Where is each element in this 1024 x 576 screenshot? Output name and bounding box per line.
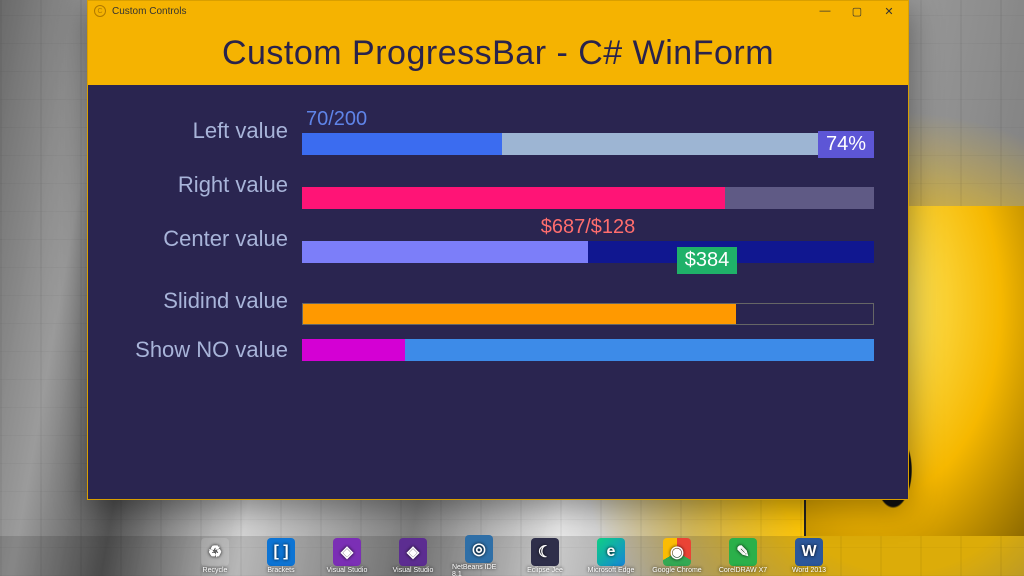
row-label: Left value (122, 118, 302, 144)
microsoft-edge-icon: e (597, 538, 625, 566)
taskbar: ♻Recycle[ ]Brackets◈Visual Studio◈Visual… (0, 536, 1024, 576)
progress-value-text: $687/$128 (541, 215, 636, 239)
recycle-icon: ♻ (201, 538, 229, 566)
close-button[interactable]: ✕ (876, 2, 902, 20)
taskbar-item-coreldraw-x7[interactable]: ✎CorelDRAW X7 (716, 538, 770, 574)
taskbar-item-google-chrome[interactable]: ◉Google Chrome (650, 538, 704, 574)
progress-track[interactable] (302, 303, 874, 325)
bar-area: $384 (302, 277, 874, 325)
taskbar-item-visual-studio[interactable]: ◈Visual Studio (386, 538, 440, 574)
progress-fill (302, 187, 725, 209)
progress-value-text: 70/200 (306, 107, 367, 131)
taskbar-item-label: Recycle (203, 567, 228, 574)
taskbar-item-label: Brackets (267, 567, 294, 574)
progress-row-none: Show NO value (122, 337, 874, 363)
row-label: Slidind value (122, 288, 302, 314)
progress-fill (302, 133, 502, 155)
taskbar-item-label: Eclipse Jee (527, 567, 563, 574)
bar-area: 70/200 (302, 107, 874, 155)
minimize-button[interactable]: ― (812, 2, 838, 20)
progress-row-left: Left value 70/200 (122, 107, 874, 155)
progress-track[interactable] (302, 339, 874, 361)
progress-track[interactable] (302, 241, 874, 263)
progress-row-slide: Slidind value $384 (122, 277, 874, 325)
progress-track[interactable] (302, 133, 874, 155)
bar-area (302, 339, 874, 361)
progress-row-right: Right value 74% (122, 161, 874, 209)
taskbar-item-label: NetBeans IDE 8.1 (452, 564, 506, 576)
taskbar-item-word-2013[interactable]: WWord 2013 (782, 538, 836, 574)
window-body: Left value 70/200 Right value 74% Center… (88, 85, 908, 363)
window-heading: Custom ProgressBar - C# WinForm (88, 21, 908, 85)
progress-fill (303, 304, 736, 324)
taskbar-item-label: Visual Studio (327, 567, 368, 574)
visual-studio-icon: ◈ (399, 538, 427, 566)
eclipse-jee-icon: ☾ (531, 538, 559, 566)
taskbar-item-recycle[interactable]: ♻Recycle (188, 538, 242, 574)
row-label: Show NO value (122, 337, 302, 363)
progress-badge: 74% (818, 131, 874, 158)
brackets-icon: [ ] (267, 538, 295, 566)
google-chrome-icon: ◉ (663, 538, 691, 566)
taskbar-item-netbeans-ide-8-1[interactable]: ◎NetBeans IDE 8.1 (452, 535, 506, 576)
app-window: C Custom Controls ― ▢ ✕ Custom ProgressB… (87, 0, 909, 500)
word-2013-icon: W (795, 538, 823, 566)
progress-badge: $384 (677, 247, 738, 274)
bar-area: $687/$128 (302, 215, 874, 263)
taskbar-item-label: Word 2013 (792, 567, 826, 574)
progress-row-center: Center value $687/$128 (122, 215, 874, 263)
taskbar-item-brackets[interactable]: [ ]Brackets (254, 538, 308, 574)
taskbar-item-label: Microsoft Edge (588, 567, 635, 574)
visual-studio-icon: ◈ (333, 538, 361, 566)
progress-fill (302, 241, 588, 263)
progress-track[interactable] (302, 187, 874, 209)
window-system-row: C Custom Controls ― ▢ ✕ (88, 1, 908, 21)
coreldraw-x7-icon: ✎ (729, 538, 757, 566)
app-icon: C (94, 5, 106, 17)
bar-area: 74% (302, 161, 874, 209)
window-sys-title: Custom Controls (112, 6, 186, 17)
maximize-button[interactable]: ▢ (844, 2, 870, 20)
taskbar-item-visual-studio[interactable]: ◈Visual Studio (320, 538, 374, 574)
taskbar-item-microsoft-edge[interactable]: eMicrosoft Edge (584, 538, 638, 574)
taskbar-item-label: CorelDRAW X7 (719, 567, 767, 574)
progress-fill (302, 339, 405, 361)
row-label: Center value (122, 226, 302, 252)
taskbar-item-label: Visual Studio (393, 567, 434, 574)
row-label: Right value (122, 172, 302, 198)
netbeans-ide-8-1-icon: ◎ (465, 535, 493, 563)
taskbar-item-eclipse-jee[interactable]: ☾Eclipse Jee (518, 538, 572, 574)
taskbar-item-label: Google Chrome (652, 567, 701, 574)
window-titlebar[interactable]: C Custom Controls ― ▢ ✕ Custom ProgressB… (88, 1, 908, 85)
